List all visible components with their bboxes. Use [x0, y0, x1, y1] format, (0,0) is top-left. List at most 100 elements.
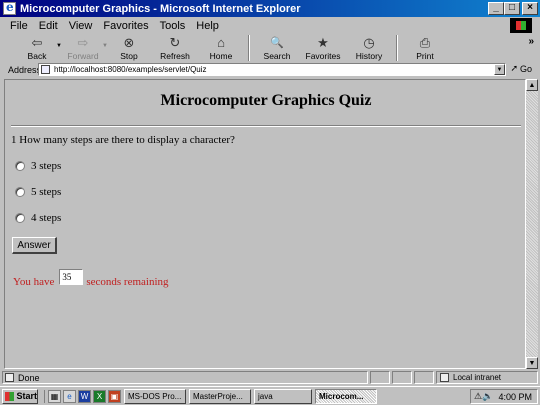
windows-flag-icon [5, 391, 15, 401]
ie-launch-icon[interactable]: e [63, 389, 76, 403]
favorites-icon: ★ [317, 35, 329, 50]
divider [11, 125, 521, 127]
menu-favorites[interactable]: Favorites [103, 20, 148, 32]
status-cell [414, 371, 434, 384]
zone-label: Local intranet [453, 373, 502, 382]
page-icon [41, 65, 50, 74]
excel-icon[interactable]: X [93, 389, 106, 403]
favorites-label: Favorites [305, 51, 341, 61]
toolbar-separator [396, 35, 398, 61]
timer-suffix: seconds remaining [86, 276, 169, 288]
go-arrow-icon: ➚ [510, 63, 518, 73]
task-microcomputer[interactable]: Microcom... [315, 388, 377, 404]
scroll-up-icon[interactable]: ▲ [526, 79, 538, 91]
history-icon: ◷ [363, 35, 375, 50]
window-title-bar[interactable]: Microcomputer Graphics - Microsoft Inter… [0, 0, 540, 17]
refresh-label: Refresh [160, 51, 190, 61]
window-title: Microcomputer Graphics - Microsoft Inter… [20, 2, 301, 15]
taskbar: Start ▦ e W X ▣ MS-DOS Pro... MasterProj… [0, 386, 540, 405]
close-button[interactable]: × [522, 2, 538, 15]
task-masterproject[interactable]: MasterProje... [189, 388, 251, 404]
forward-button[interactable]: ⇨ Forward ▼ [60, 35, 108, 62]
search-icon: 🔍 [270, 37, 284, 49]
option-3[interactable]: 4 steps [15, 212, 61, 224]
refresh-button[interactable]: ↻ Refresh [152, 35, 198, 62]
windows-logo-icon [510, 18, 532, 33]
address-url: http://localhost:8080/examples/servlet/Q… [54, 65, 207, 74]
task-label: MasterProje... [193, 391, 243, 401]
quick-launch: ▦ e W X ▣ [44, 389, 121, 403]
security-zone: Local intranet [436, 371, 538, 384]
radio-button[interactable] [15, 161, 25, 171]
status-cell [392, 371, 412, 384]
go-button[interactable]: ➚ Go [510, 63, 532, 74]
timer-line: You have 35 seconds remaining [13, 269, 169, 288]
vertical-scrollbar[interactable]: ▲ ▼ [526, 79, 538, 369]
word-icon[interactable]: W [78, 389, 91, 403]
menu-tools[interactable]: Tools [160, 20, 186, 32]
menu-view[interactable]: View [69, 20, 93, 32]
page-title: Microcomputer Graphics Quiz [160, 92, 372, 109]
task-java[interactable]: java [254, 388, 312, 404]
intranet-icon [440, 373, 449, 382]
favorites-button[interactable]: ★ Favorites [300, 35, 346, 62]
history-button[interactable]: ◷ History [346, 35, 392, 62]
page-done-icon [5, 373, 14, 382]
menu-edit[interactable]: Edit [39, 20, 58, 32]
tray-icons[interactable]: ⚠🔈 [474, 391, 493, 402]
page-content: Microcomputer Graphics Quiz 1 How many s… [4, 79, 526, 369]
scroll-down-icon[interactable]: ▼ [526, 357, 538, 369]
task-label: Microcom... [319, 391, 364, 401]
question-text: 1 How many steps are there to display a … [11, 134, 235, 146]
start-button[interactable]: Start [2, 388, 38, 404]
home-label: Home [209, 51, 233, 61]
clock[interactable]: 4:00 PM [498, 392, 532, 402]
go-label: Go [519, 63, 532, 74]
history-label: History [355, 51, 383, 61]
stop-icon: ⊗ [123, 35, 135, 50]
system-tray: ⚠🔈 4:00 PM [470, 389, 538, 404]
back-arrow-icon: ⇦ [31, 35, 43, 50]
toolbar-more-chevron-icon[interactable]: » [528, 36, 534, 47]
stop-button[interactable]: ⊗ Stop [106, 35, 152, 62]
window-controls: _ □ × [488, 2, 538, 15]
search-button[interactable]: 🔍 Search [254, 35, 300, 61]
timer-prefix: You have [13, 276, 55, 288]
address-dropdown-icon[interactable]: ▼ [494, 64, 505, 75]
maximize-button[interactable]: □ [504, 2, 520, 15]
address-input[interactable]: http://localhost:8080/examples/servlet/Q… [38, 63, 506, 76]
option-label: 3 steps [31, 160, 62, 172]
answer-button[interactable]: Answer [12, 237, 57, 254]
radio-button[interactable] [15, 187, 25, 197]
timer-field[interactable]: 35 [59, 269, 84, 285]
back-label: Back [27, 51, 47, 61]
task-label: java [258, 391, 273, 401]
option-label: 5 steps [31, 186, 62, 198]
print-button[interactable]: ⎙ Print [402, 35, 448, 62]
status-text: Done [18, 372, 40, 383]
address-bar: Address http://localhost:8080/examples/s… [0, 62, 540, 77]
option-2[interactable]: 5 steps [15, 186, 61, 198]
standard-toolbar: ⇦ Back ▼ ⇨ Forward ▼ ⊗ Stop ↻ Refresh ⌂ … [0, 35, 540, 62]
toolbar-separator [248, 35, 250, 61]
radio-button[interactable] [15, 213, 25, 223]
print-icon: ⎙ [419, 35, 431, 50]
back-button[interactable]: ⇦ Back ▼ [14, 35, 62, 62]
menu-help[interactable]: Help [196, 20, 219, 32]
app-launch-icon[interactable]: ▣ [108, 389, 121, 403]
task-label: MS-DOS Pro... [128, 391, 182, 401]
menu-file[interactable]: File [10, 20, 28, 32]
home-button[interactable]: ⌂ Home [198, 35, 244, 62]
task-msdos[interactable]: MS-DOS Pro... [124, 388, 186, 404]
ie-app-icon[interactable] [3, 0, 16, 15]
minimize-button[interactable]: _ [488, 2, 504, 15]
stop-label: Stop [120, 51, 138, 61]
home-icon: ⌂ [217, 35, 225, 50]
status-cell [370, 371, 390, 384]
menu-bar: File Edit View Favorites Tools Help [0, 17, 540, 34]
option-1[interactable]: 3 steps [15, 160, 61, 172]
show-desktop-icon[interactable]: ▦ [48, 389, 61, 403]
print-label: Print [416, 51, 434, 61]
option-label: 4 steps [31, 212, 62, 224]
forward-arrow-icon: ⇨ [77, 35, 89, 50]
